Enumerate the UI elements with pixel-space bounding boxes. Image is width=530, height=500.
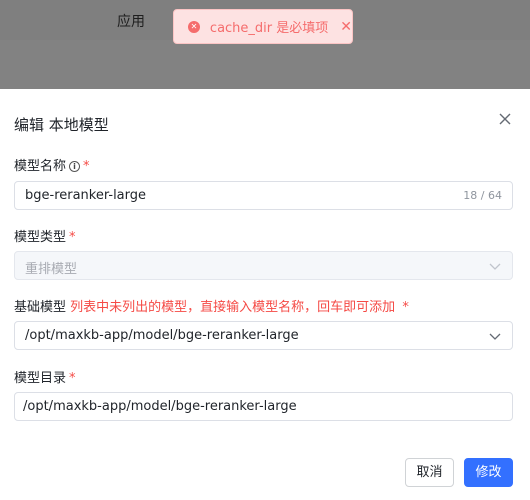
- model-type-label: 模型类型 *: [14, 230, 76, 245]
- submit-button[interactable]: 修改: [464, 458, 513, 487]
- info-circle-icon[interactable]: i: [69, 161, 81, 172]
- required-mark: *: [69, 230, 76, 245]
- model-dir-input[interactable]: /opt/maxkb-app/model/bge-reranker-large: [14, 392, 513, 421]
- error-toast: ✕ cache_dir 是必填项 ✕: [173, 9, 353, 44]
- required-mark: *: [402, 300, 409, 315]
- base-model-value: /opt/maxkb-app/model/bge-reranker-large: [25, 328, 299, 343]
- model-type-value: 重排模型: [25, 262, 78, 277]
- chevron-down-icon[interactable]: [489, 331, 501, 341]
- model-dir-value: /opt/maxkb-app/model/bge-reranker-large: [23, 399, 297, 414]
- error-circle-icon: ✕: [188, 20, 200, 33]
- model-name-input[interactable]: bge-reranker-large 18 / 64: [14, 181, 513, 210]
- model-name-label: 模型名称 i *: [14, 159, 90, 174]
- close-icon[interactable]: [497, 111, 513, 127]
- nav-item-apps: 应用: [117, 14, 145, 30]
- char-counter: 18 / 64: [463, 189, 502, 202]
- background-overlay: [0, 40, 530, 89]
- model-type-select: 重排模型: [14, 251, 513, 280]
- base-model-select[interactable]: /opt/maxkb-app/model/bge-reranker-large: [14, 321, 513, 350]
- close-icon[interactable]: ✕: [340, 20, 352, 34]
- cancel-button[interactable]: 取消: [405, 458, 454, 487]
- model-name-value: bge-reranker-large: [25, 188, 147, 203]
- toast-message: cache_dir 是必填项: [209, 21, 329, 36]
- edit-model-dialog: 编辑 本地模型 模型名称 i * bge-reranker-large 18 / 6…: [0, 89, 530, 500]
- dialog-title: 编辑 本地模型: [14, 116, 109, 134]
- required-mark: *: [83, 159, 90, 174]
- chevron-down-icon: [489, 263, 501, 270]
- base-model-label: 基础模型 列表中未列出的模型，直接输入模型名称，回车即可添加 *: [14, 300, 409, 315]
- base-model-hint: 列表中未列出的模型，直接输入模型名称，回车即可添加: [70, 300, 396, 315]
- model-dir-label: 模型目录 *: [14, 371, 76, 386]
- required-mark: *: [69, 371, 76, 386]
